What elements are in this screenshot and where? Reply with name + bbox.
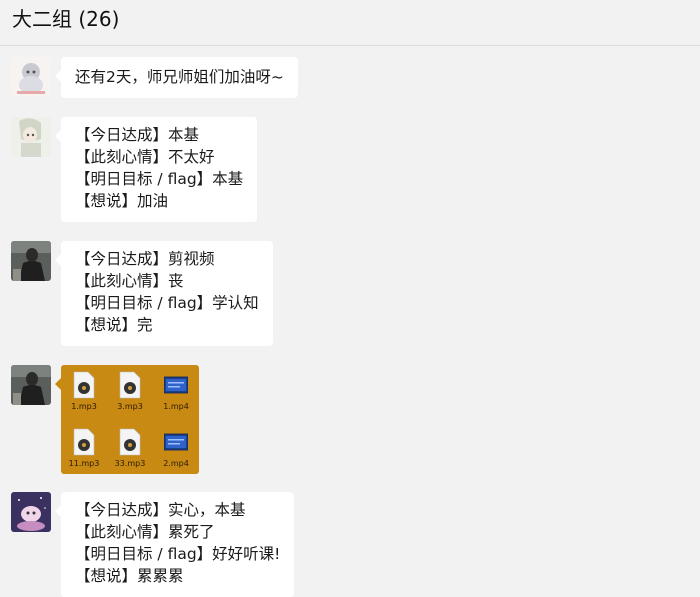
- chat-header: 大二组 (26): [0, 0, 700, 46]
- audio-file-icon: [119, 428, 141, 456]
- avatar[interactable]: [11, 241, 51, 281]
- file-name: 33.mp3: [114, 459, 146, 468]
- file-item[interactable]: 1.mp3: [64, 371, 104, 415]
- message-line: 【今日达成】实心，本基: [75, 501, 246, 519]
- message-line: 【想说】累累累: [75, 567, 184, 585]
- message-line: 【明日目标 / flag】学认知: [75, 294, 259, 312]
- video-file-icon: [164, 376, 188, 394]
- message-line: 【此刻心情】丧: [75, 272, 184, 290]
- file-name: 2.mp4: [163, 459, 189, 468]
- file-name: 1.mp4: [163, 402, 189, 411]
- message-bubble[interactable]: 【今日达成】本基 【此刻心情】不太好 【明日目标 / flag】本基 【想说】加…: [54, 117, 258, 222]
- video-file-icon: [164, 433, 188, 451]
- audio-file-icon: [73, 371, 95, 399]
- file-name: 1.mp3: [71, 402, 97, 411]
- message-line: 【想说】完: [75, 316, 153, 334]
- avatar[interactable]: [11, 117, 51, 157]
- audio-file-icon: [119, 371, 141, 399]
- message-bubble[interactable]: 【今日达成】剪视频 【此刻心情】丧 【明日目标 / flag】学认知 【想说】完: [55, 241, 273, 346]
- chat-title[interactable]: 大二组 (26): [12, 6, 119, 32]
- file-collection-bubble[interactable]: 1.mp3 3.mp3 1.mp4 11.mp3 33.mp3 2.mp4: [55, 365, 199, 474]
- message-bubble[interactable]: 还有2天，师兄师姐们加油呀~: [55, 57, 298, 98]
- file-name: 11.mp3: [68, 459, 100, 468]
- audio-file-icon: [73, 428, 95, 456]
- message-text: 还有2天，师兄师姐们加油呀~: [75, 68, 284, 86]
- message-line: 【明日目标 / flag】好好听课!: [75, 545, 281, 563]
- file-item[interactable]: 1.mp4: [156, 371, 196, 415]
- file-item[interactable]: 2.mp4: [156, 428, 196, 472]
- message-line: 【想说】加油: [75, 192, 169, 210]
- message-line: 【今日达成】剪视频: [75, 250, 215, 268]
- message-line: 【此刻心情】累死了: [75, 523, 215, 541]
- avatar[interactable]: [11, 492, 51, 532]
- message-line: 【此刻心情】不太好: [75, 148, 215, 166]
- file-name: 3.mp3: [117, 402, 143, 411]
- file-item[interactable]: 11.mp3: [64, 428, 104, 472]
- message-line: 【今日达成】本基: [75, 126, 200, 144]
- file-item[interactable]: 33.mp3: [110, 428, 150, 472]
- file-item[interactable]: 3.mp3: [110, 371, 150, 415]
- message-line: 【明日目标 / flag】本基: [75, 170, 244, 188]
- message-bubble[interactable]: 【今日达成】实心，本基 【此刻心情】累死了 【明日目标 / flag】好好听课!…: [54, 492, 295, 597]
- avatar[interactable]: [11, 365, 51, 405]
- avatar[interactable]: [11, 57, 51, 97]
